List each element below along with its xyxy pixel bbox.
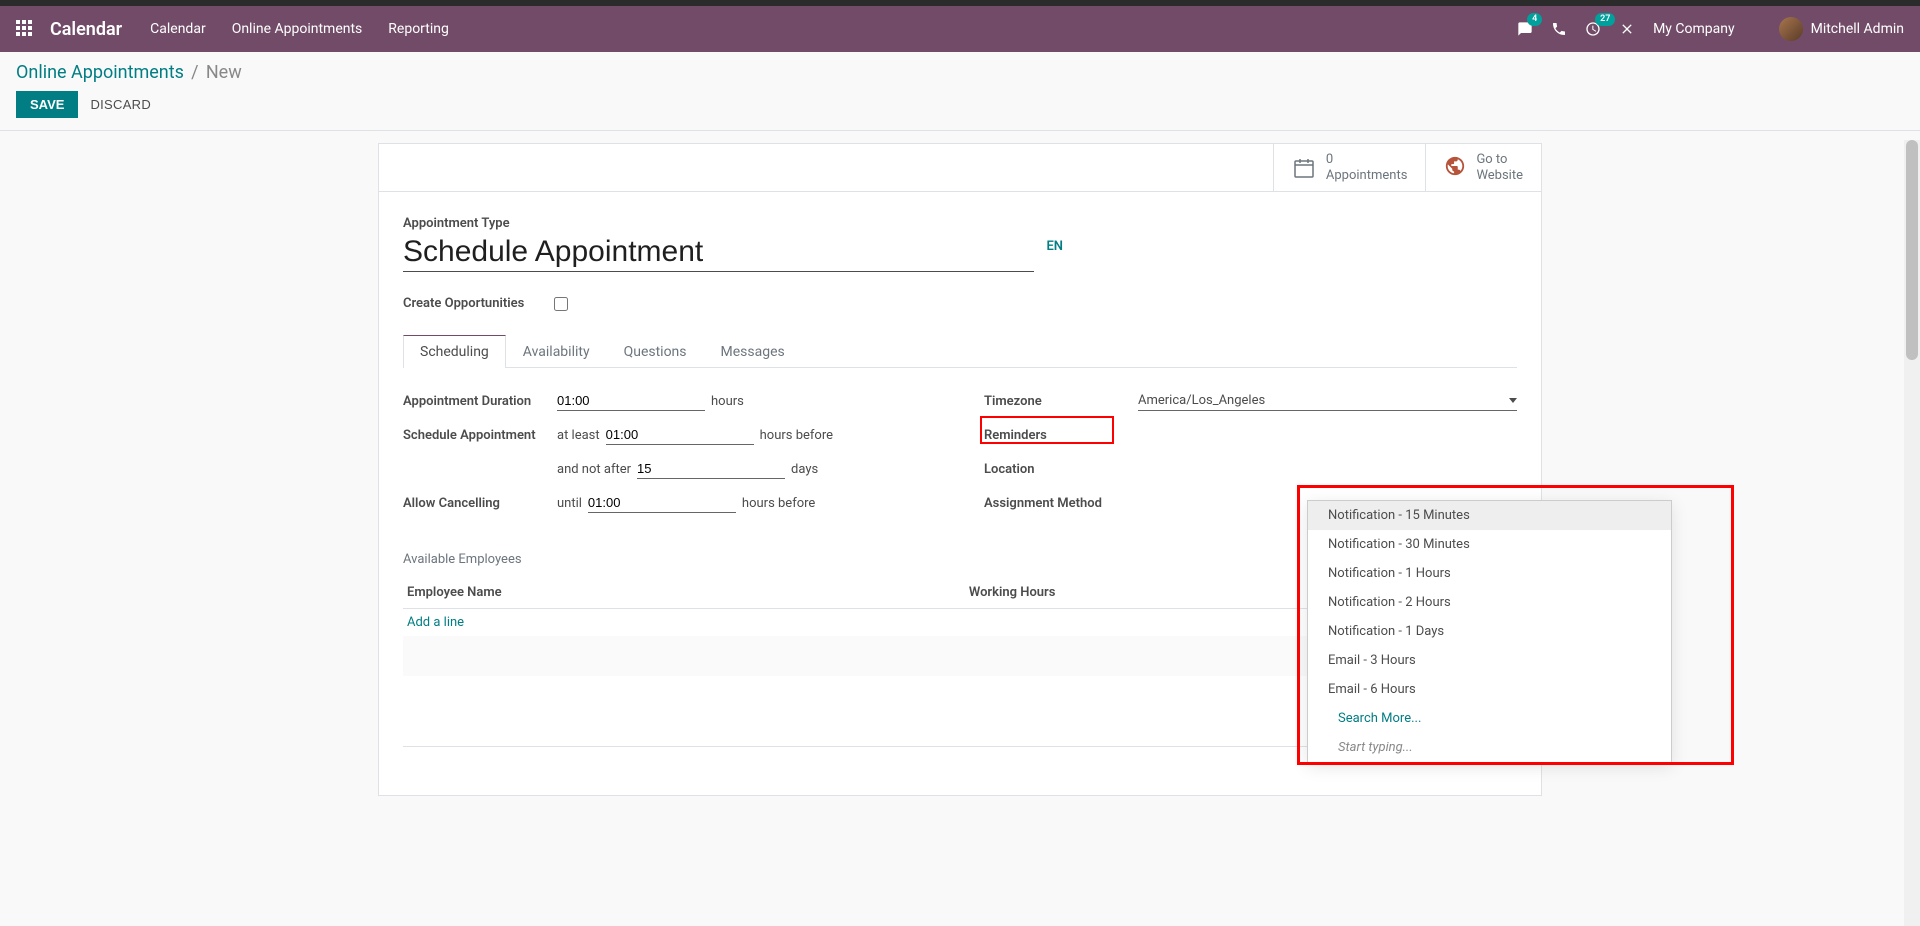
chevron-down-icon [1509, 398, 1517, 403]
create-opportunities-checkbox[interactable] [554, 297, 568, 311]
globe-icon [1444, 155, 1466, 181]
title-input[interactable] [403, 235, 1034, 269]
duration-input[interactable] [557, 391, 705, 411]
dd-option[interactable]: Notification - 15 Minutes [1308, 501, 1671, 530]
dd-option[interactable]: Email - 6 Hours [1308, 675, 1671, 704]
nav-reporting[interactable]: Reporting [388, 21, 449, 37]
at-least-input[interactable] [606, 425, 754, 445]
location-label: Location [984, 462, 1138, 477]
breadcrumb-parent[interactable]: Online Appointments [16, 62, 184, 83]
allow-cancel-label: Allow Cancelling [403, 496, 557, 511]
tab-messages[interactable]: Messages [704, 335, 802, 368]
brand: Calendar [50, 19, 122, 40]
navbar: Calendar Calendar Online Appointments Re… [0, 6, 1920, 52]
appointment-type-label: Appointment Type [403, 216, 1517, 231]
calendar-icon [1292, 156, 1316, 180]
duration-label: Appointment Duration [403, 394, 557, 409]
lang-tag[interactable]: EN [1046, 235, 1063, 254]
reminders-dropdown: Notification - 15 Minutes Notification -… [1307, 500, 1672, 763]
tabs: Scheduling Availability Questions Messag… [403, 335, 1517, 368]
dd-option[interactable]: Notification - 30 Minutes [1308, 530, 1671, 559]
apps-icon[interactable] [16, 20, 34, 38]
tab-availability[interactable]: Availability [506, 335, 607, 368]
nav-online-appointments[interactable]: Online Appointments [232, 21, 363, 37]
save-button[interactable]: SAVE [16, 91, 78, 118]
scrollbar[interactable] [1904, 140, 1920, 926]
nav-calendar[interactable]: Calendar [150, 21, 206, 37]
timezone-label: Timezone [984, 394, 1138, 409]
not-after-input[interactable] [637, 459, 785, 479]
company-name[interactable]: My Company [1653, 21, 1735, 37]
tab-questions[interactable]: Questions [607, 335, 704, 368]
messages-icon[interactable]: 4 [1517, 21, 1533, 37]
avatar [1779, 17, 1803, 41]
dd-option[interactable]: Notification - 2 Hours [1308, 588, 1671, 617]
stat-go-to-website[interactable]: Go to Website [1425, 144, 1541, 191]
phone-icon[interactable] [1551, 21, 1567, 37]
stat-bar: 0 Appointments Go to Website [378, 143, 1542, 192]
create-opportunities-label: Create Opportunities [403, 296, 524, 311]
messages-badge: 4 [1527, 13, 1542, 26]
breadcrumb-current: New [206, 62, 242, 83]
stat-appointments[interactable]: 0 Appointments [1273, 144, 1426, 191]
user-menu[interactable]: Mitchell Admin [1779, 17, 1904, 41]
reminders-label: Reminders [984, 428, 1138, 443]
dd-start-typing[interactable]: Start typing... [1308, 733, 1671, 762]
tab-scheduling[interactable]: Scheduling [403, 335, 506, 368]
close-icon[interactable] [1619, 21, 1635, 37]
dd-option[interactable]: Notification - 1 Hours [1308, 559, 1671, 588]
assignment-label: Assignment Method [984, 496, 1138, 511]
col-employee-name: Employee Name [403, 577, 949, 609]
breadcrumb: Online Appointments / New [0, 52, 1920, 87]
dd-option[interactable]: Email - 3 Hours [1308, 646, 1671, 675]
until-input[interactable] [588, 493, 736, 513]
dd-option[interactable]: Notification - 1 Days [1308, 617, 1671, 646]
add-line[interactable]: Add a line [407, 615, 464, 630]
dd-search-more[interactable]: Search More... [1308, 704, 1671, 733]
timezone-select[interactable]: America/Los_Angeles [1138, 391, 1517, 411]
discard-button[interactable]: DISCARD [90, 97, 151, 112]
schedule-label: Schedule Appointment [403, 428, 557, 443]
activities-badge: 27 [1595, 13, 1615, 26]
activities-icon[interactable]: 27 [1585, 21, 1601, 37]
user-name: Mitchell Admin [1811, 21, 1904, 37]
